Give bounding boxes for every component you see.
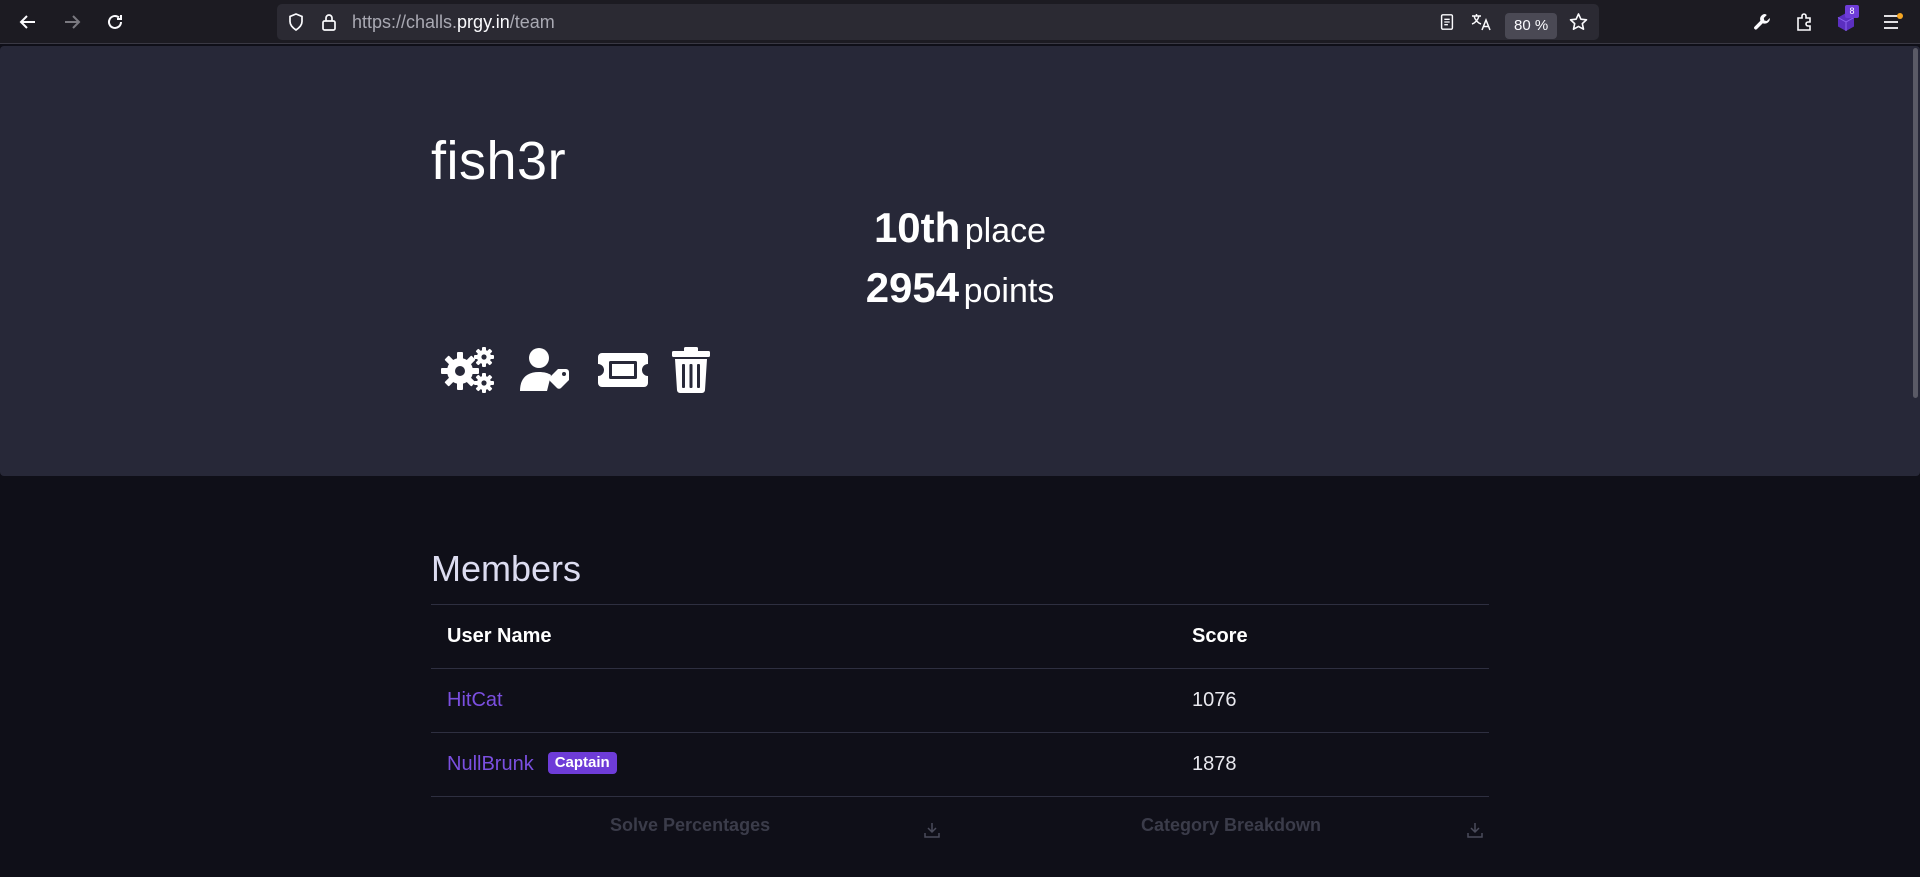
- team-hero: fish3r 10th place 2954 points: [0, 46, 1920, 476]
- team-members-button[interactable]: [520, 344, 574, 396]
- reload-icon: [108, 14, 122, 29]
- captain-badge: Captain: [547, 751, 617, 774]
- translate-icon[interactable]: [1470, 12, 1492, 32]
- column-header-score: Score: [1192, 625, 1248, 647]
- table-row: NullBrunk Captain 1878: [431, 733, 1489, 797]
- team-name: fish3r: [431, 131, 567, 191]
- shield-icon[interactable]: [286, 12, 306, 32]
- table-header-row: User Name Score: [431, 605, 1489, 669]
- reader-view-icon[interactable]: [1438, 13, 1456, 31]
- category-breakdown-title: Category Breakdown: [1141, 815, 1322, 835]
- member-link-hitcat[interactable]: HitCat: [447, 689, 503, 711]
- page-scrollbar[interactable]: [1913, 48, 1918, 398]
- browser-toolbar: https://challs.prgy.in/team 80 % 8: [0, 0, 1920, 44]
- place-label: place: [964, 212, 1047, 250]
- members-table: User Name Score HitCat 1076 NullBrunk Cap…: [431, 604, 1489, 797]
- place-value: 10th: [873, 204, 961, 251]
- user-tag-icon: [520, 348, 569, 391]
- member-link-nullbrunk[interactable]: NullBrunk: [447, 753, 534, 775]
- team-invite-button[interactable]: [598, 344, 648, 396]
- forward-button[interactable]: [57, 7, 87, 37]
- reload-button[interactable]: [100, 7, 130, 37]
- delete-team-button[interactable]: [672, 344, 710, 396]
- member-name-cell: NullBrunk Captain: [447, 733, 617, 796]
- forward-arrow-icon: [65, 15, 81, 29]
- back-button[interactable]: [13, 7, 43, 37]
- table-row: HitCat 1076: [431, 669, 1489, 733]
- url-path: /team: [509, 12, 555, 32]
- team-settings-button[interactable]: [440, 344, 496, 396]
- extensions-puzzle-icon[interactable]: [1794, 11, 1814, 33]
- menu-hamburger-icon[interactable]: [1882, 12, 1904, 32]
- extension-count-badge: 8: [1845, 5, 1859, 18]
- address-bar[interactable]: https://challs.prgy.in/team 80 %: [277, 4, 1599, 40]
- members-heading: Members: [431, 548, 582, 589]
- download-icon[interactable]: [1466, 821, 1484, 839]
- column-header-username: User Name: [447, 625, 552, 647]
- ticket-icon: [598, 353, 648, 387]
- member-score: 1076: [1192, 689, 1237, 711]
- solve-percentages-title: Solve Percentages: [610, 815, 771, 835]
- url-host: prgy.in: [457, 12, 510, 32]
- member-name-cell: HitCat: [447, 669, 503, 732]
- team-points: 2954 points: [0, 264, 1920, 312]
- download-icon[interactable]: [923, 821, 941, 839]
- gears-icon: [441, 347, 494, 393]
- bookmark-star-icon[interactable]: [1568, 12, 1589, 32]
- wrench-icon[interactable]: [1752, 12, 1772, 32]
- member-score: 1878: [1192, 753, 1237, 775]
- team-place: 10th place: [0, 204, 1920, 252]
- lock-icon[interactable]: [319, 12, 339, 32]
- url-text[interactable]: https://challs.prgy.in/team: [352, 12, 555, 33]
- url-prefix: https://challs.: [352, 12, 458, 32]
- back-arrow-icon: [19, 15, 35, 29]
- trash-icon: [672, 347, 710, 393]
- zoom-level-button[interactable]: 80 %: [1505, 13, 1558, 39]
- points-value: 2954: [865, 264, 960, 311]
- points-label: points: [963, 272, 1055, 310]
